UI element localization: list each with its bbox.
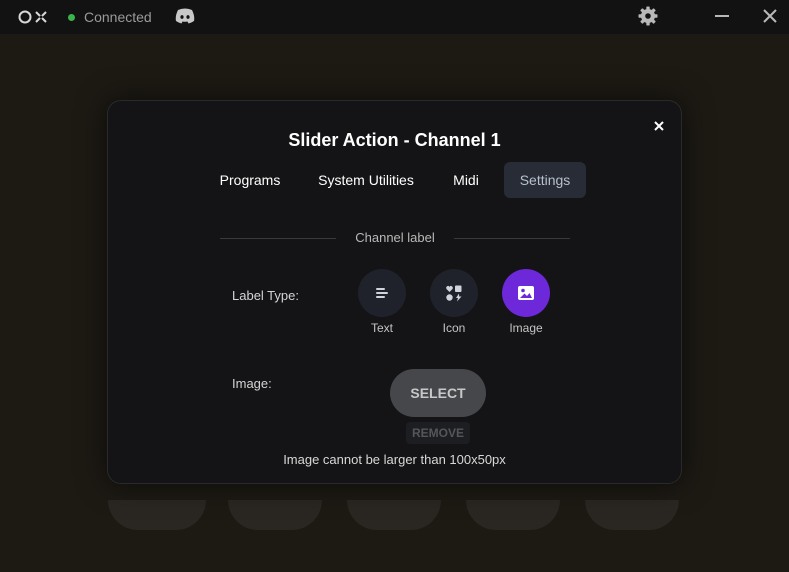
background-button xyxy=(466,500,560,530)
image-icon xyxy=(518,286,534,300)
image-label: Image: xyxy=(232,376,272,391)
label-type-image-caption: Image xyxy=(509,321,543,335)
label-type-text-caption: Text xyxy=(370,321,393,335)
image-size-hint: Image cannot be larger than 100x50px xyxy=(283,452,506,467)
background-button xyxy=(347,500,441,530)
discord-icon[interactable] xyxy=(175,8,195,24)
label-type-icon-caption: Icon xyxy=(442,321,466,335)
select-image-button[interactable]: SELECT xyxy=(390,369,486,417)
app-logo-icon xyxy=(18,10,47,24)
modal-title: Slider Action - Channel 1 xyxy=(288,130,501,150)
minimize-icon[interactable] xyxy=(715,15,729,17)
title-bar: Connected xyxy=(0,0,789,34)
tab-programs[interactable]: Programs xyxy=(212,162,288,198)
background-button xyxy=(228,500,322,530)
gear-icon[interactable] xyxy=(638,6,658,26)
tab-bar: Programs System Utilities Midi Settings xyxy=(108,162,681,198)
tab-system-utilities[interactable]: System Utilities xyxy=(310,162,422,198)
label-type-image-button[interactable] xyxy=(502,269,550,317)
modal-close-icon[interactable] xyxy=(652,119,666,133)
connection-status: Connected xyxy=(84,9,152,25)
background-button xyxy=(585,500,679,530)
close-icon[interactable] xyxy=(763,9,777,23)
shapes-icon xyxy=(446,285,462,302)
slider-action-modal: Slider Action - Channel 1 Programs Syste… xyxy=(107,100,682,484)
tab-settings[interactable]: Settings xyxy=(504,162,586,198)
tab-midi[interactable]: Midi xyxy=(444,162,488,198)
connection-status-dot xyxy=(68,14,75,21)
section-title: Channel label xyxy=(355,230,435,245)
label-type-icon-button[interactable] xyxy=(430,269,478,317)
align-left-icon xyxy=(376,288,388,298)
label-type-text-button[interactable] xyxy=(358,269,406,317)
background-button xyxy=(108,500,206,530)
remove-image-button[interactable]: REMOVE xyxy=(406,422,470,444)
label-type-label: Label Type: xyxy=(232,288,299,303)
channel-label-divider: Channel label xyxy=(220,230,570,246)
